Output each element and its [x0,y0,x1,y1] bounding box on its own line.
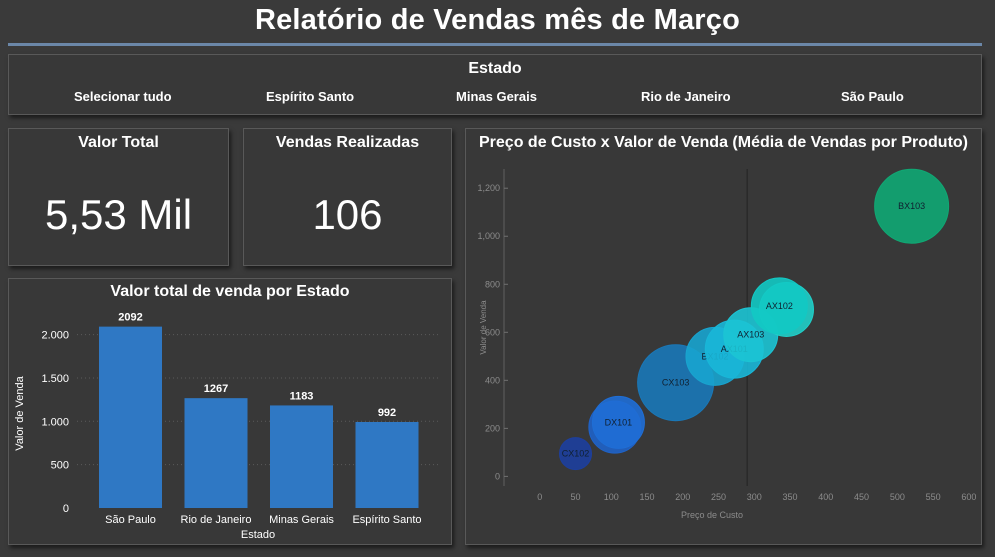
bar-x-tick-label: São Paulo [105,514,156,526]
bar-x-tick-label: Rio de Janeiro [181,514,252,526]
scatter-x-tick-label: 100 [604,492,619,502]
report-title: Relatório de Vendas mês de Março [254,4,741,36]
kpi-vendas-realizadas-label: Vendas Realizadas [275,134,420,151]
bar [184,398,248,508]
bar-y-axis-title: Valor de Venda [14,375,26,450]
bar-x-tick-label: Espírito Santo [352,514,421,526]
scatter-chart: 0 200 400 600 800 1,000 1,200 0 50 100 150 200 250 30… [477,168,976,520]
scatter-x-axis-title: Preço de Custo [681,510,743,520]
scatter-x-tick-label: 50 [571,492,581,502]
bar-chart-panel: Valor total de venda por Estado 0 500 1.00… [8,278,452,545]
bar-chart: 0 500 1.000 1.500 2.000 2092 São Paulo 1267 Rio … [14,312,439,541]
slicer-item-select-all[interactable]: Selecionar tudo [74,89,172,104]
kpi-vendas-realizadas-value: 106 [312,191,383,238]
scatter-point-label: AX103 [737,330,764,340]
slicer-item-rio-de-janeiro[interactable]: Rio de Janeiro [641,89,731,104]
bar-data-label: 2092 [118,312,142,324]
scatter-y-tick-label: 0 [495,471,500,481]
bar-data-label: 992 [378,407,396,419]
bar-y-tick-label: 0 [63,503,69,515]
scatter-y-tick-label: 1,000 [477,231,500,241]
scatter-x-tick-label: 450 [854,492,869,502]
scatter-y-axis-title: Valor de Venda [479,300,488,355]
bar [270,405,333,508]
title-divider [8,43,982,46]
scatter-x-tick-label: 250 [711,492,726,502]
slicer-title: Estado [468,60,522,77]
scatter-point-label: CX103 [662,378,690,388]
kpi-vendas-realizadas: Vendas Realizadas 106 [243,128,452,266]
scatter-point-label: BX103 [898,201,925,211]
scatter-chart-panel: Preço de Custo x Valor de Venda (Média d… [465,128,982,545]
bar-x-tick-label: Minas Gerais [269,514,334,526]
scatter-x-tick-label: 400 [818,492,833,502]
slicer-item-minas-gerais[interactable]: Minas Gerais [456,89,537,104]
bar-y-tick-label: 2.000 [41,330,69,342]
bar-y-tick-label: 1.500 [41,373,69,385]
scatter-x-tick-label: 150 [640,492,655,502]
kpi-valor-total-label: Valor Total [78,134,159,151]
scatter-x-tick-label: 550 [926,492,941,502]
scatter-y-tick-label: 400 [485,375,500,385]
kpi-valor-total: Valor Total 5,53 Mil [8,128,229,266]
kpi-valor-total-value: 5,53 Mil [44,191,193,238]
bar-x-axis-title: Estado [241,529,275,541]
scatter-y-tick-label: 200 [485,423,500,433]
scatter-point-label: CX102 [562,449,590,459]
bar [99,326,162,508]
slicer-item-sao-paulo[interactable]: São Paulo [841,89,904,104]
scatter-x-tick-label: 600 [961,492,976,502]
scatter-x-tick-label: 300 [747,492,762,502]
bar-data-label: 1267 [204,383,228,395]
scatter-y-tick-label: 800 [485,279,500,289]
bar-data-label: 1183 [290,390,314,402]
bar-y-tick-label: 500 [51,460,69,472]
estado-slicer: Estado Selecionar tudo Espírito Santo Mi… [8,54,982,115]
slicer-item-espirito-santo[interactable]: Espírito Santo [266,89,354,104]
scatter-x-tick-label: 500 [890,492,905,502]
scatter-x-tick-label: 200 [675,492,690,502]
scatter-y-tick-label: 1,200 [477,183,500,193]
bar-y-tick-label: 1.000 [41,416,69,428]
bar [355,421,419,508]
scatter-x-tick-label: 0 [537,492,542,502]
scatter-point-label: AX102 [766,301,793,311]
scatter-x-tick-label: 350 [783,492,798,502]
scatter-point-label: DX101 [605,417,633,427]
